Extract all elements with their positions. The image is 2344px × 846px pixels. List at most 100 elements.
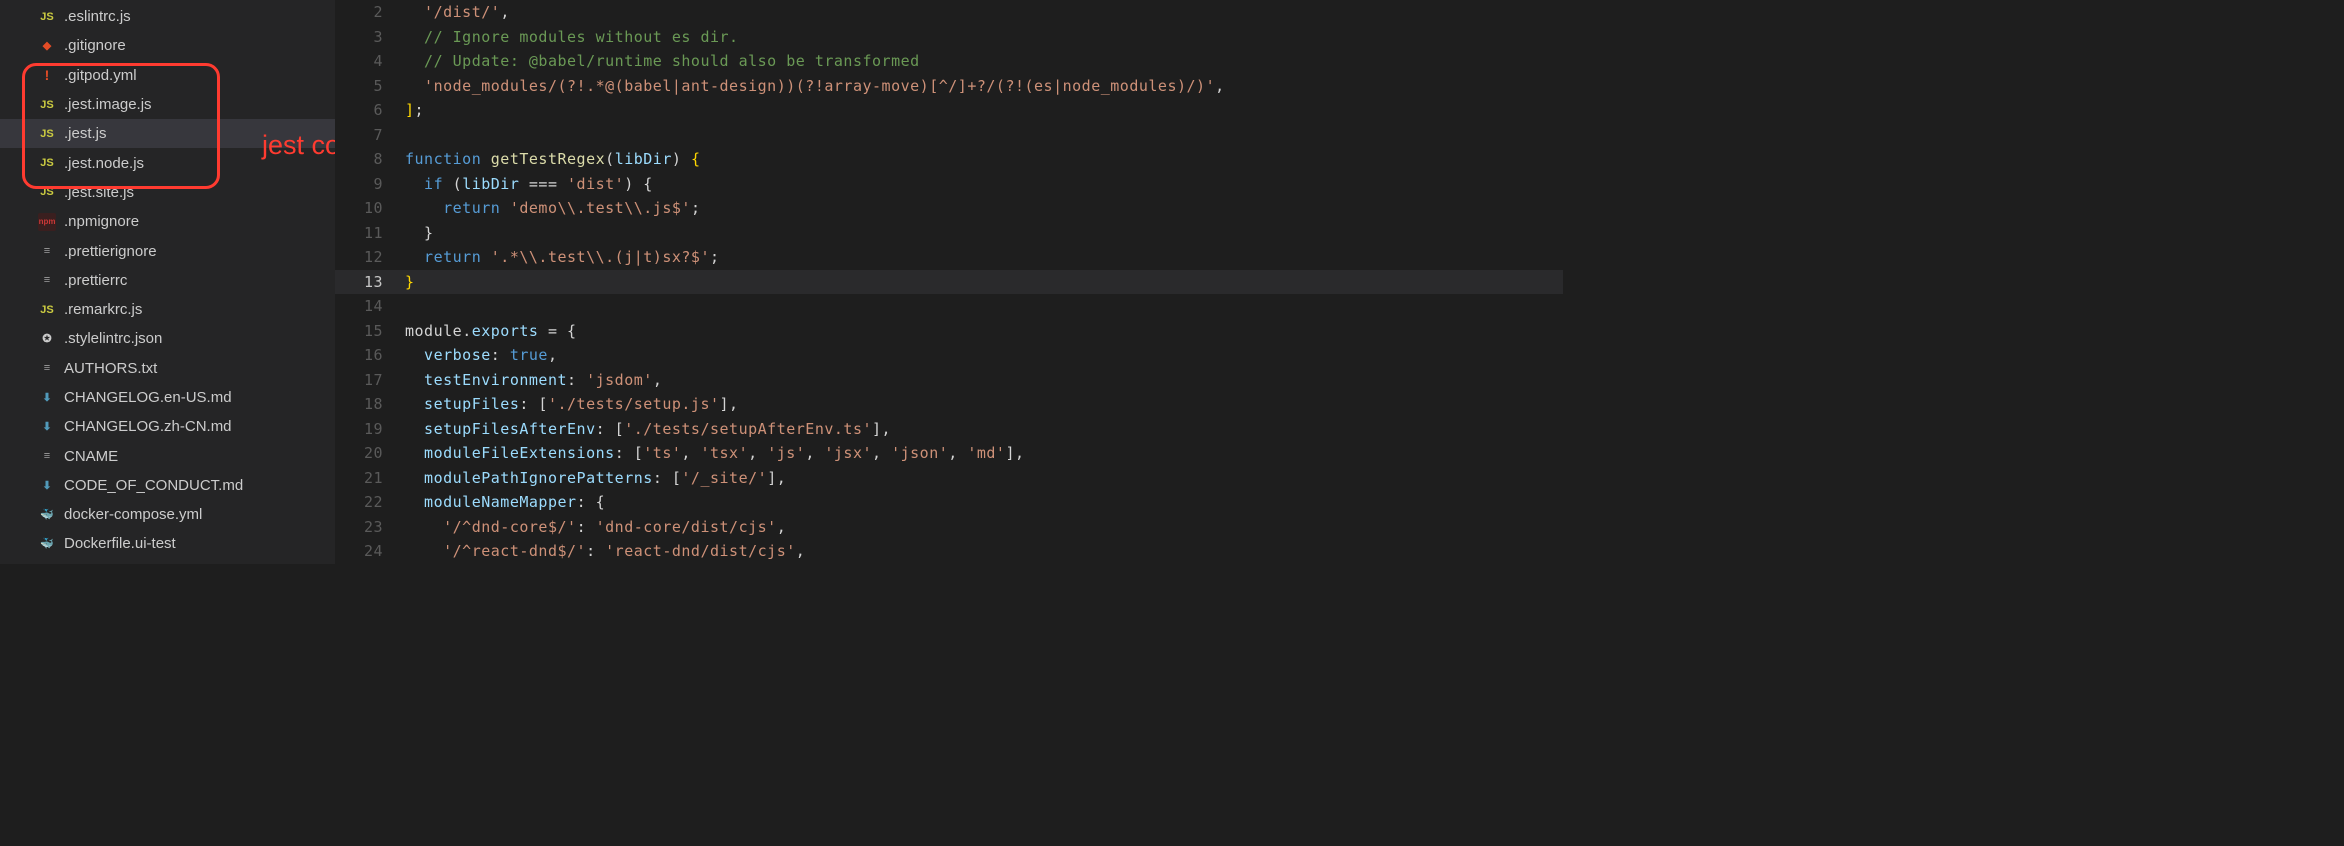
yml-file-icon: ! <box>38 66 56 84</box>
code-line[interactable]: 2 '/dist/', <box>335 0 1563 25</box>
code-line[interactable]: 16 verbose: true, <box>335 343 1563 368</box>
md-file-icon: ⬇ <box>38 476 56 494</box>
md-file-icon: ⬇ <box>38 389 56 407</box>
code-line[interactable]: 12 return '.*\\.test\\.(j|t)sx?$'; <box>335 245 1563 270</box>
line-number: 8 <box>335 147 405 172</box>
code-line[interactable]: 10 return 'demo\\.test\\.js$'; <box>335 196 1563 221</box>
line-number: 24 <box>335 539 405 564</box>
file-name-label: .gitpod.yml <box>64 67 137 84</box>
txt-file-icon: ≡ <box>38 359 56 377</box>
file-row--jest-js[interactable]: JS.jest.js <box>0 119 335 148</box>
code-content: // Update: @babel/runtime should also be… <box>405 49 1563 74</box>
file-name-label: .remarkrc.js <box>64 301 142 318</box>
code-content: '/^dnd-core$/': 'dnd-core/dist/cjs', <box>405 515 1563 540</box>
line-number: 9 <box>335 172 405 197</box>
line-number: 16 <box>335 343 405 368</box>
file-row--jest-site-js[interactable]: JS.jest.site.js <box>0 178 335 207</box>
code-editor[interactable]: 2 '/dist/',3 // Ignore modules without e… <box>335 0 1563 564</box>
js-file-icon: JS <box>38 96 56 114</box>
file-name-label: .prettierrc <box>64 272 127 289</box>
line-number: 14 <box>335 294 405 319</box>
file-row--gitignore[interactable]: ◆.gitignore <box>0 31 335 60</box>
js-file-icon: JS <box>38 301 56 319</box>
code-line[interactable]: 24 '/^react-dnd$/': 'react-dnd/dist/cjs'… <box>335 539 1563 564</box>
code-line[interactable]: 5 'node_modules/(?!.*@(babel|ant-design)… <box>335 74 1563 99</box>
code-content: // Ignore modules without es dir. <box>405 25 1563 50</box>
file-explorer-sidebar[interactable]: jest config JS.eslintrc.js◆.gitignore!.g… <box>0 0 335 564</box>
docker-file-icon: 🐳 <box>38 535 56 553</box>
line-number: 25 <box>335 564 405 565</box>
line-number: 7 <box>335 123 405 148</box>
code-content: if (libDir === 'dist') { <box>405 172 1563 197</box>
line-number: 13 <box>335 270 405 295</box>
line-number: 6 <box>335 98 405 123</box>
file-row-AUTHORS-txt[interactable]: ≡AUTHORS.txt <box>0 354 335 383</box>
file-row-docker-compose-yml[interactable]: 🐳 docker-compose.yml <box>0 500 335 529</box>
code-content: testEnvironment: 'jsdom', <box>405 368 1563 393</box>
file-row-CHANGELOG-zh-CN-md[interactable]: ⬇CHANGELOG.zh-CN.md <box>0 412 335 441</box>
line-number: 19 <box>335 417 405 442</box>
code-line[interactable]: 14 <box>335 294 1563 319</box>
code-content: '/^react-dnd-html5-backend$/': 'react-dn… <box>405 564 1563 565</box>
js-file-icon: JS <box>38 8 56 26</box>
file-name-label: .prettierignore <box>64 243 157 260</box>
code-line[interactable]: 25 '/^react-dnd-html5-backend$/': 'react… <box>335 564 1563 565</box>
line-number: 10 <box>335 196 405 221</box>
line-number: 20 <box>335 441 405 466</box>
npm-file-icon: npm <box>38 213 56 231</box>
file-name-label: CODE_OF_CONDUCT.md <box>64 477 243 494</box>
file-row-CHANGELOG-en-US-md[interactable]: ⬇ CHANGELOG.en-US.md <box>0 383 335 412</box>
code-line[interactable]: 17 testEnvironment: 'jsdom', <box>335 368 1563 393</box>
file-row--remarkrc-js[interactable]: JS .remarkrc.js <box>0 295 335 324</box>
docker-file-icon: 🐳 <box>38 506 56 524</box>
code-line[interactable]: 6]; <box>335 98 1563 123</box>
file-name-label: Dockerfile.ui-test <box>64 535 176 552</box>
file-row-CNAME[interactable]: ≡ CNAME <box>0 441 335 470</box>
code-line[interactable]: 9 if (libDir === 'dist') { <box>335 172 1563 197</box>
file-name-label: docker-compose.yml <box>64 506 202 523</box>
txt-file-icon: ≡ <box>38 447 56 465</box>
code-line[interactable]: 18 setupFiles: ['./tests/setup.js'], <box>335 392 1563 417</box>
line-number: 11 <box>335 221 405 246</box>
code-content: '/dist/', <box>405 0 1563 25</box>
code-line[interactable]: 19 setupFilesAfterEnv: ['./tests/setupAf… <box>335 417 1563 442</box>
file-name-label: .jest.image.js <box>64 96 152 113</box>
code-line[interactable]: 4 // Update: @babel/runtime should also … <box>335 49 1563 74</box>
line-number: 15 <box>335 319 405 344</box>
code-content: } <box>405 270 1563 295</box>
code-line[interactable]: 3 // Ignore modules without es dir. <box>335 25 1563 50</box>
file-row--prettierignore[interactable]: ≡.prettierignore <box>0 236 335 265</box>
js-file-icon: JS <box>38 125 56 143</box>
file-name-label: .npmignore <box>64 213 139 230</box>
file-row-index-style-only-js[interactable]: JSindex-style-only.js <box>0 559 335 564</box>
code-line[interactable]: 22 moduleNameMapper: { <box>335 490 1563 515</box>
file-name-label: CNAME <box>64 448 118 465</box>
code-line[interactable]: 23 '/^dnd-core$/': 'dnd-core/dist/cjs', <box>335 515 1563 540</box>
file-row--gitpod-yml[interactable]: ! .gitpod.yml <box>0 61 335 90</box>
code-content: moduleNameMapper: { <box>405 490 1563 515</box>
code-line[interactable]: 20 moduleFileExtensions: ['ts', 'tsx', '… <box>335 441 1563 466</box>
code-line[interactable]: 11 } <box>335 221 1563 246</box>
json-file-icon: ✪ <box>38 330 56 348</box>
file-row--jest-node-js[interactable]: JS.jest.node.js <box>0 148 335 177</box>
line-number: 5 <box>335 74 405 99</box>
file-row-CODE-OF-CONDUCT-md[interactable]: ⬇ CODE_OF_CONDUCT.md <box>0 471 335 500</box>
file-row--stylelintrc-json[interactable]: ✪.stylelintrc.json <box>0 324 335 353</box>
file-row--npmignore[interactable]: npm .npmignore <box>0 207 335 236</box>
code-line[interactable]: 7 <box>335 123 1563 148</box>
file-row--prettierrc[interactable]: ≡ .prettierrc <box>0 266 335 295</box>
code-line[interactable]: 13} <box>335 270 1563 295</box>
file-name-label: .jest.site.js <box>64 184 134 201</box>
code-content <box>405 123 1563 148</box>
file-row--jest-image-js[interactable]: JS .jest.image.js <box>0 90 335 119</box>
code-content: '/^react-dnd$/': 'react-dnd/dist/cjs', <box>405 539 1563 564</box>
code-content: ]; <box>405 98 1563 123</box>
code-line[interactable]: 8function getTestRegex(libDir) { <box>335 147 1563 172</box>
file-row--eslintrc-js[interactable]: JS.eslintrc.js <box>0 2 335 31</box>
file-name-label: CHANGELOG.en-US.md <box>64 389 232 406</box>
txt-file-icon: ≡ <box>38 271 56 289</box>
file-row-Dockerfile-ui-test[interactable]: 🐳 Dockerfile.ui-test <box>0 529 335 558</box>
code-line[interactable]: 15module.exports = { <box>335 319 1563 344</box>
code-line[interactable]: 21 modulePathIgnorePatterns: ['/_site/']… <box>335 466 1563 491</box>
code-content: 'node_modules/(?!.*@(babel|ant-design))(… <box>405 74 1563 99</box>
